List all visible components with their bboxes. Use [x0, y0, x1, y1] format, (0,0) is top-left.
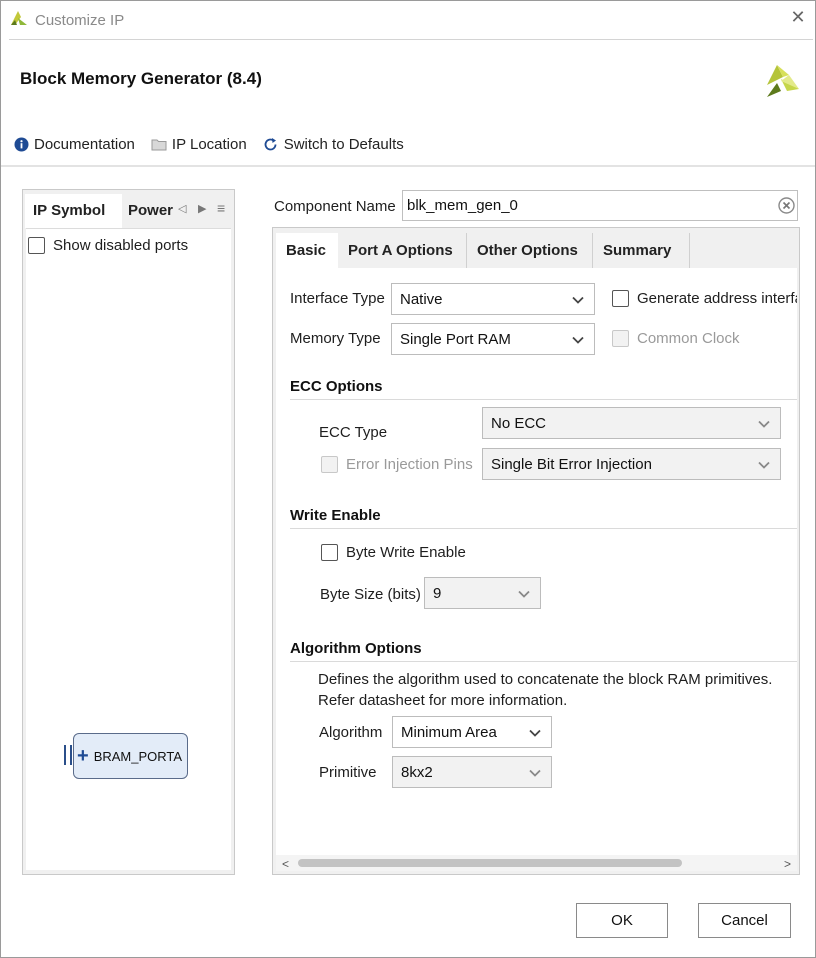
switch-defaults-label: Switch to Defaults — [283, 135, 404, 153]
switch-defaults-button[interactable]: Switch to Defaults — [263, 136, 404, 153]
symbol-canvas: Show disabled ports + BRAM_PORTA — [26, 228, 231, 870]
component-name-input[interactable]: blk_mem_gen_0 — [402, 190, 798, 221]
error-injection-checkbox — [321, 456, 338, 473]
byte-write-row: Byte Write Enable — [321, 544, 466, 561]
memory-type-value: Single Port RAM — [400, 330, 511, 348]
algorithm-divider — [290, 661, 797, 662]
common-clock-row: Common Clock — [612, 330, 740, 347]
chevron-down-icon — [518, 590, 530, 598]
options-panel: Basic Port A Options Other Options Summa… — [272, 227, 800, 875]
ecc-type-select: No ECC — [482, 407, 781, 439]
ip-location-label: IP Location — [171, 135, 247, 153]
byte-size-label: Byte Size (bits) — [320, 586, 421, 603]
documentation-label: Documentation — [34, 135, 135, 153]
clear-icon[interactable] — [778, 197, 795, 214]
tab-scroll-left-icon[interactable]: ◁ — [178, 202, 186, 215]
customize-ip-dialog: Customize IP ✕ Block Memory Generator (8… — [0, 0, 816, 958]
tab-other-options[interactable]: Other Options — [467, 233, 593, 268]
error-injection-select: Single Bit Error Injection — [482, 448, 781, 480]
show-disabled-ports-row: Show disabled ports — [28, 237, 188, 254]
ok-button[interactable]: OK — [576, 903, 668, 938]
ecc-options-heading: ECC Options — [290, 378, 383, 395]
tab-basic[interactable]: Basic — [276, 233, 338, 268]
error-injection-label: Error Injection Pins — [346, 456, 473, 473]
header-divider — [1, 165, 815, 167]
algorithm-description-line2: Refer datasheet for more information. — [318, 692, 568, 709]
ip-location-button[interactable]: IP Location — [151, 136, 247, 153]
chevron-down-icon — [758, 420, 770, 428]
chevron-down-icon — [529, 769, 541, 777]
cancel-button[interactable]: Cancel — [698, 903, 791, 938]
left-tab-bar: IP Symbol Power ◁ ▶ ≡ — [23, 190, 234, 228]
error-injection-value: Single Bit Error Injection — [491, 455, 652, 473]
generate-address-row: Generate address interfa — [612, 290, 797, 307]
expand-plus-icon[interactable]: + — [77, 746, 89, 766]
generate-address-checkbox[interactable] — [612, 290, 629, 307]
chevron-down-icon — [529, 729, 541, 737]
basic-tab-content: Interface Type Native Generate address i… — [276, 268, 797, 855]
algorithm-options-heading: Algorithm Options — [290, 640, 422, 657]
title-bar: Customize IP ✕ — [1, 1, 815, 39]
ecc-type-value: No ECC — [491, 414, 547, 432]
title-divider — [9, 39, 813, 40]
documentation-button[interactable]: Documentation — [13, 136, 135, 153]
close-icon[interactable]: ✕ — [789, 8, 807, 26]
common-clock-label: Common Clock — [637, 330, 740, 347]
interface-type-select[interactable]: Native — [391, 283, 595, 315]
algorithm-value: Minimum Area — [401, 723, 497, 741]
tab-port-a-options[interactable]: Port A Options — [338, 233, 467, 268]
scroll-right-icon[interactable]: > — [784, 857, 791, 871]
options-tab-bar: Basic Port A Options Other Options Summa… — [273, 228, 799, 268]
algorithm-label: Algorithm — [319, 724, 383, 741]
write-enable-divider — [290, 528, 797, 529]
xilinx-logo-icon — [767, 65, 799, 97]
window-title: Customize IP — [35, 12, 125, 29]
byte-write-enable-checkbox[interactable] — [321, 544, 338, 561]
generate-address-label: Generate address interfa — [637, 290, 797, 307]
horizontal-scrollbar[interactable]: < > — [276, 855, 797, 871]
scroll-left-icon[interactable]: < — [282, 857, 289, 871]
chevron-down-icon — [572, 336, 584, 344]
tab-scroll-right-icon[interactable]: ▶ — [198, 202, 206, 215]
tab-ip-symbol[interactable]: IP Symbol — [25, 194, 122, 228]
toolbar: Documentation IP Location Switch to Defa… — [13, 133, 420, 155]
tab-summary[interactable]: Summary — [593, 233, 690, 268]
memory-type-label: Memory Type — [290, 330, 381, 347]
interface-type-value: Native — [400, 290, 443, 308]
tab-power[interactable]: Power — [122, 194, 178, 228]
interface-type-label: Interface Type — [290, 290, 385, 307]
ecc-type-label: ECC Type — [319, 424, 388, 441]
refresh-icon — [263, 136, 279, 152]
byte-size-select: 9 — [424, 577, 541, 609]
vivado-app-icon — [11, 11, 27, 25]
page-title: Block Memory Generator (8.4) — [20, 69, 262, 88]
chevron-down-icon — [572, 296, 584, 304]
memory-type-select[interactable]: Single Port RAM — [391, 323, 595, 355]
port-bus-icon — [64, 745, 72, 765]
byte-size-value: 9 — [433, 584, 442, 602]
primitive-label: Primitive — [319, 764, 377, 781]
bram-porta-port[interactable]: + BRAM_PORTA — [73, 733, 188, 779]
primitive-select: 8kx2 — [392, 756, 552, 788]
tab-menu-icon[interactable]: ≡ — [217, 200, 225, 216]
info-icon — [13, 136, 29, 152]
common-clock-checkbox — [612, 330, 629, 347]
show-disabled-ports-checkbox[interactable] — [28, 237, 45, 254]
algorithm-description-line1: Defines the algorithm used to concatenat… — [318, 671, 773, 688]
ip-symbol-panel: IP Symbol Power ◁ ▶ ≡ Show disabled port… — [22, 189, 235, 875]
chevron-down-icon — [758, 461, 770, 469]
byte-write-enable-label: Byte Write Enable — [346, 544, 466, 561]
scrollbar-thumb[interactable] — [298, 859, 682, 867]
folder-icon — [151, 136, 167, 152]
component-name-label: Component Name — [274, 198, 396, 215]
show-disabled-ports-label: Show disabled ports — [53, 237, 189, 254]
bram-porta-label: BRAM_PORTA — [93, 748, 183, 764]
algorithm-select[interactable]: Minimum Area — [392, 716, 552, 748]
primitive-value: 8kx2 — [401, 763, 433, 781]
write-enable-heading: Write Enable — [290, 507, 381, 524]
error-injection-row: Error Injection Pins — [321, 456, 473, 473]
ecc-divider — [290, 399, 797, 400]
